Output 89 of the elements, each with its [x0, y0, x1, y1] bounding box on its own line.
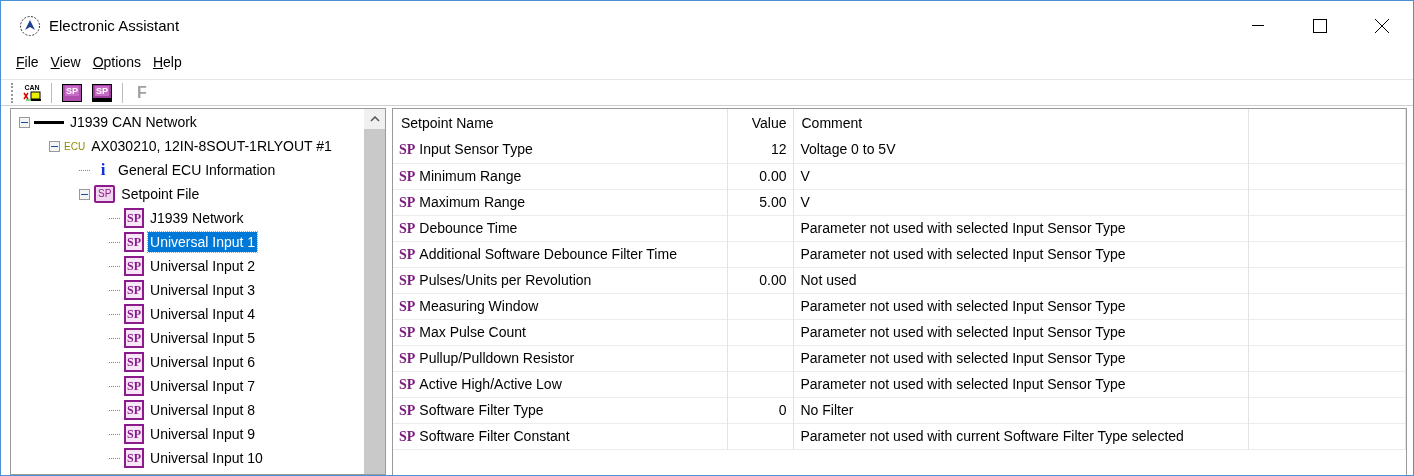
minimize-icon [1252, 25, 1264, 27]
setpoint-icon: SP [124, 400, 144, 420]
column-header[interactable]: Comment [793, 109, 1249, 137]
collapse-icon[interactable] [79, 188, 90, 200]
setpoint-icon: SP [399, 428, 416, 444]
setpoint-comment: Parameter not used with selected Input Sensor Type [800, 245, 1126, 262]
menu-item[interactable]: Help [147, 51, 187, 73]
setpoint-comment: Parameter not used with selected Input Sensor Type [800, 297, 1126, 314]
tree-item[interactable]: Universal Input 2 [148, 256, 258, 276]
setpoint-comment: V [800, 167, 810, 184]
computer-network-icon [22, 90, 42, 102]
setpoint-comment: Parameter not used with selected Input Sensor Type [800, 375, 1126, 392]
setpoint-name: Additional Software Debounce Filter Time [419, 245, 677, 262]
setpoint-icon: SP [399, 142, 416, 158]
setpoint-icon: SP [399, 376, 416, 392]
setpoint-icon: SP [124, 232, 144, 252]
tree-item[interactable]: J1939 CAN Network [68, 112, 199, 132]
setpoint-value: 12 [770, 141, 787, 158]
setpoint-icon: SP [124, 448, 144, 468]
tree-item[interactable]: Universal Input 9 [148, 424, 258, 444]
column-header[interactable]: Setpoint Name [393, 109, 728, 137]
setpoint-icon: SP [399, 194, 416, 210]
info-icon: i [94, 157, 112, 183]
tree-item[interactable]: General ECU Information [116, 160, 278, 180]
maximize-icon [1313, 19, 1327, 33]
setpoint-icon: SP [124, 280, 144, 300]
setpoint-comment: No Filter [800, 401, 854, 418]
menu-item[interactable]: View [45, 51, 86, 73]
setpoint-name: Debounce Time [419, 219, 518, 236]
scrollbar[interactable] [364, 109, 385, 474]
setpoint-icon: SP [399, 168, 416, 184]
app-logo-icon [19, 15, 41, 37]
setpoint-file-icon: SP [94, 185, 116, 203]
setpoint-icon: SP [124, 424, 144, 444]
setpoint-name: Pulses/Units per Revolution [419, 271, 592, 288]
setpoint-value: 0.00 [759, 167, 787, 184]
window-title: Electronic Assistant [49, 15, 180, 36]
setpoint-name: Active High/Active Low [419, 375, 562, 392]
setpoint-comment: V [800, 193, 810, 210]
collapse-icon[interactable] [19, 116, 30, 128]
setpoint-value: 0 [778, 401, 787, 418]
menu-item[interactable]: File [11, 51, 44, 73]
setpoint-icon: SP [399, 272, 416, 288]
tree-item[interactable]: Universal Input 5 [148, 328, 258, 348]
setpoint-name: Input Sensor Type [419, 141, 533, 158]
menu-item[interactable]: Options [87, 51, 146, 73]
setpoint-icon: SP [399, 298, 416, 314]
setpoint-icon: SP [399, 220, 416, 236]
column-header[interactable]: Value [727, 109, 793, 137]
tree-item[interactable]: Universal Input 6 [148, 352, 258, 372]
setpoint-icon: SP [124, 256, 144, 276]
close-icon [1375, 19, 1389, 33]
setpoint-value: 0.00 [759, 271, 787, 288]
setpoint-comment: Voltage 0 to 5V [800, 141, 896, 158]
ecu-icon: ECU [64, 138, 86, 154]
tree-item[interactable]: Universal Input 4 [148, 304, 258, 324]
tree-item[interactable]: J1939 Network [148, 208, 246, 228]
setpoint-icon: SP [124, 208, 144, 228]
tree-item[interactable]: Setpoint File [119, 184, 202, 204]
setpoint-comment: Parameter not used with selected Input Sensor Type [800, 323, 1126, 340]
setpoint-icon: SP [399, 324, 416, 340]
setpoint-name: Maximum Range [419, 193, 526, 210]
setpoint-icon: SP [124, 376, 144, 396]
setpoint-name: Software Filter Constant [419, 427, 570, 444]
setpoint-icon: SP [124, 328, 144, 348]
setpoint-comment: Not used [800, 271, 857, 288]
setpoint-comment: Parameter not used with current Software Filter Type selected [800, 427, 1184, 444]
scroll-up-icon[interactable] [369, 116, 380, 122]
tree-item[interactable]: Universal Input 1 [148, 232, 258, 252]
tree-item[interactable]: Universal Input 8 [148, 400, 258, 420]
network-line-icon [34, 120, 64, 124]
setpoint-comment: Parameter not used with selected Input Sensor Type [800, 219, 1126, 236]
setpoint-icon: SP [124, 352, 144, 372]
setpoint-icon: SP [399, 350, 416, 366]
setpoint-icon: SP [124, 304, 144, 324]
tree-item[interactable]: Universal Input 10 [148, 448, 265, 468]
setpoint-name: Minimum Range [419, 167, 522, 184]
setpoint-name: Software Filter Type [419, 401, 544, 418]
setpoint-name: Max Pulse Count [419, 323, 526, 340]
setpoint-icon: SP [399, 246, 416, 262]
setpoint-name: Measuring Window [419, 297, 539, 314]
tree-item[interactable]: Universal Input 3 [148, 280, 258, 300]
setpoint-value: 5.00 [759, 193, 787, 210]
setpoint-name: Pullup/Pulldown Resistor [419, 349, 575, 366]
collapse-icon[interactable] [49, 140, 60, 152]
setpoint-icon: SP [399, 402, 416, 418]
tree-item[interactable]: AX030210, 12IN-8SOUT-1RLYOUT #1 [89, 136, 334, 156]
setpoint-comment: Parameter not used with selected Input Sensor Type [800, 349, 1126, 366]
tree-item[interactable]: Universal Input 7 [148, 376, 258, 396]
